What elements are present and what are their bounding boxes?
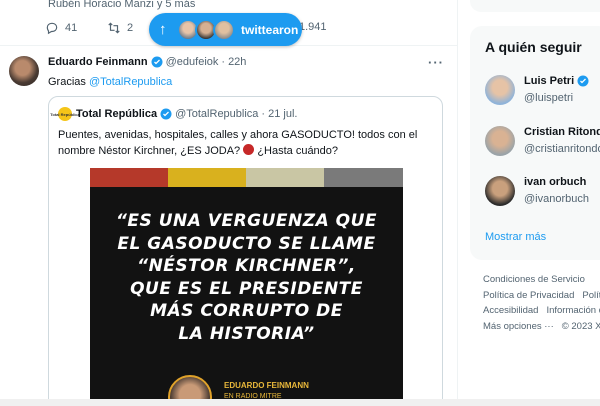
color-stripe bbox=[324, 168, 403, 187]
footer-link[interactable]: Accesibilidad bbox=[483, 305, 538, 316]
footer-link[interactable]: Condiciones de Servicio bbox=[483, 274, 585, 285]
quoted-date: 21 jul. bbox=[268, 108, 298, 120]
footer-row: Accesibilidad Información de anuncios bbox=[483, 303, 600, 319]
avatar bbox=[213, 18, 235, 41]
author-name[interactable]: Eduardo Feinmann bbox=[48, 56, 148, 68]
follow-suggestion[interactable]: ivan orbuch @ivanorbuch bbox=[485, 172, 600, 212]
image-quote-line: QUE ES EL PRESIDENTE bbox=[130, 278, 363, 299]
separator-dot: · bbox=[221, 56, 226, 68]
right-sidebar: A quién seguir Luis Petri @luispetri Cri… bbox=[458, 0, 600, 406]
verified-badge-icon bbox=[151, 56, 163, 68]
reply-icon bbox=[46, 22, 58, 35]
footer-row: Política de Privacidad Política de cookie… bbox=[483, 288, 600, 304]
image-quote-line: MÁS CORRUPTO DE bbox=[150, 301, 343, 321]
avatar[interactable] bbox=[485, 176, 515, 206]
footer-row: Más opciones ··· © 2023 X Corp. bbox=[483, 319, 600, 335]
footer-link[interactable]: Más opciones ··· bbox=[483, 321, 554, 332]
follow-suggestion[interactable]: Cristian Ritondo @cristianritondo bbox=[485, 122, 600, 162]
footer-link: © 2023 X Corp. bbox=[561, 320, 600, 332]
angry-face-icon bbox=[243, 144, 255, 155]
color-stripe bbox=[168, 168, 246, 187]
quoted-text-part: nombre Néstor Kirchner, ¿ES JODA? bbox=[58, 145, 241, 157]
pill-avatars bbox=[177, 18, 235, 41]
verified-badge-icon bbox=[160, 108, 172, 120]
avatar[interactable] bbox=[485, 75, 515, 105]
footer-link[interactable]: Política de Privacidad bbox=[483, 290, 574, 301]
tweet-time[interactable]: 22h bbox=[228, 56, 246, 68]
author-avatar[interactable] bbox=[9, 56, 39, 86]
tweet-header: Eduardo Feinmann @edufeiok · 22h bbox=[48, 56, 246, 68]
reply-count: 41 bbox=[65, 22, 78, 34]
image-quote-line: “NÉSTOR KIRCHNER”, bbox=[137, 256, 356, 276]
suggestion-name: Cristian Ritondo bbox=[524, 126, 600, 138]
suggestion-handle: @cristianritondo bbox=[524, 143, 600, 155]
separator-dot: · bbox=[261, 108, 266, 120]
suggestion-handle: @luispetri bbox=[524, 92, 574, 104]
total-republica-logo: Total República bbox=[50, 107, 80, 121]
follow-suggestion[interactable]: Luis Petri @luispetri bbox=[485, 71, 600, 111]
mention-link[interactable]: @TotalRepublica bbox=[89, 76, 172, 88]
retweet-count: 2 bbox=[127, 22, 134, 34]
quoted-tweet[interactable]: Total República Total República @TotalRe… bbox=[48, 96, 443, 406]
timeline-column: Rubén Horacio Manzi y 5 más 41 2 1.941 ↑… bbox=[0, 0, 457, 406]
bottom-edge bbox=[0, 399, 600, 406]
retweet-button[interactable]: 2 bbox=[107, 21, 133, 35]
arrow-up-icon: ↑ bbox=[159, 21, 167, 38]
quoted-tweet-header: Total República Total República @TotalRe… bbox=[50, 107, 298, 121]
suggestion-name: Luis Petri bbox=[524, 75, 592, 87]
retweet-icon bbox=[108, 22, 120, 34]
color-stripe bbox=[246, 168, 324, 187]
suggestion-name: ivan orbuch bbox=[524, 176, 587, 188]
avatar[interactable] bbox=[485, 126, 515, 156]
pill-label: twittearon bbox=[241, 22, 299, 37]
quoted-author-name: Total República bbox=[76, 108, 158, 120]
footer-link[interactable]: Información de anuncios bbox=[546, 305, 600, 316]
quoted-text-part: ¿Hasta cuándo? bbox=[257, 145, 339, 157]
quoted-author-handle: @TotalRepublica bbox=[175, 108, 259, 120]
reply-button[interactable]: 41 bbox=[45, 21, 77, 35]
verified-badge-icon bbox=[577, 75, 589, 87]
image-caption-name: EDUARDO FEINMANN bbox=[224, 381, 309, 390]
author-handle[interactable]: @edufeiok bbox=[166, 56, 219, 68]
views-count: 1.941 bbox=[299, 21, 327, 33]
tweet-text: Gracias @TotalRepublica bbox=[48, 76, 172, 88]
image-quote-text: “ES UNA VERGUENZA QUE EL GASODUCTO SE LL… bbox=[90, 210, 403, 345]
footer-row: Condiciones de Servicio bbox=[483, 272, 600, 288]
views-button[interactable]: 1.941 bbox=[299, 21, 327, 33]
who-to-follow-title: A quién seguir bbox=[485, 39, 582, 55]
new-tweets-pill[interactable]: ↑ twittearon bbox=[149, 13, 302, 46]
color-stripe bbox=[90, 168, 168, 187]
suggestion-name-text: Luis Petri bbox=[524, 75, 575, 87]
quoted-text-line2: nombre Néstor Kirchner, ¿ES JODA? ¿Hasta… bbox=[58, 143, 438, 159]
footer-link[interactable]: Política de cookies bbox=[582, 290, 600, 301]
liked-by-text[interactable]: Rubén Horacio Manzi y 5 más bbox=[48, 0, 195, 10]
footer-links: Condiciones de Servicio Política de Priv… bbox=[483, 272, 600, 334]
sidebar-top-card bbox=[470, 0, 600, 12]
quoted-tweet-text: Puentes, avenidas, hospitales, calles y … bbox=[58, 127, 438, 159]
image-quote-line: LA HISTORIA” bbox=[178, 323, 315, 344]
show-more-link[interactable]: Mostrar más bbox=[485, 231, 546, 243]
quoted-text-line1: Puentes, avenidas, hospitales, calles y … bbox=[58, 129, 418, 141]
image-quote-line: “ES UNA VERGUENZA QUE bbox=[115, 211, 378, 231]
image-quote-line: EL GASODUCTO SE LLAME bbox=[117, 233, 376, 254]
more-options-button[interactable]: ··· bbox=[428, 55, 444, 70]
quoted-image[interactable]: “ES UNA VERGUENZA QUE EL GASODUCTO SE LL… bbox=[90, 168, 403, 406]
tweet-text-prefix: Gracias bbox=[48, 76, 89, 88]
suggestion-handle: @ivanorbuch bbox=[524, 193, 589, 205]
